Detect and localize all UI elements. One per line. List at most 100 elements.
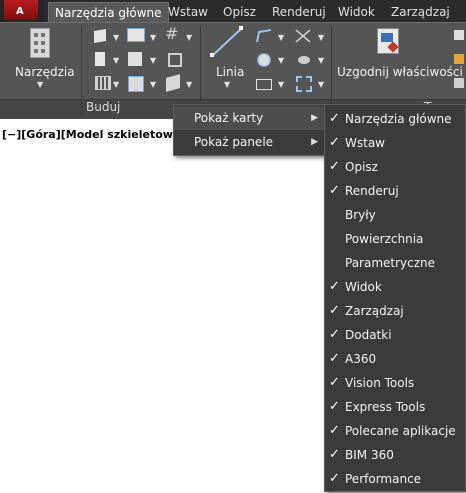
chevron-down-icon[interactable]: ▼: [186, 33, 192, 42]
wall-icon[interactable]: [94, 28, 106, 44]
panel-separator: [81, 26, 82, 116]
toolbox-icon[interactable]: [30, 28, 50, 58]
chevron-down-icon[interactable]: ▼: [278, 56, 284, 65]
tab-narzedzia-glowne[interactable]: Narzędzia główne: [48, 2, 169, 23]
submenu-item-label: Polecane aplikacje: [345, 424, 456, 438]
submenu-item[interactable]: ✓ Opisz: [325, 155, 465, 179]
rectangle-icon[interactable]: [256, 79, 272, 90]
ribbon-context-menu: Pokaż karty ▶ Pokaż panele ▶: [173, 104, 327, 156]
properties-icon[interactable]: [454, 78, 464, 88]
chevron-down-icon[interactable]: ▼: [150, 33, 156, 42]
tab-zarzadzaj[interactable]: Zarządzaj: [385, 2, 456, 22]
submenu-item-label: Bryły: [345, 208, 376, 222]
panel-title-buduj: Buduj: [86, 100, 121, 114]
submenu-item[interactable]: ✓ Renderuj: [325, 179, 465, 203]
match-properties-icon[interactable]: [377, 28, 399, 54]
chevron-down-icon[interactable]: ▼: [37, 80, 43, 89]
chevron-down-icon[interactable]: ▼: [318, 33, 324, 42]
submenu-item[interactable]: ✓ Dodatki: [325, 323, 465, 347]
submenu-item-label: Opisz: [345, 160, 378, 174]
chevron-down-icon[interactable]: ▼: [113, 80, 119, 89]
tab-renderuj[interactable]: Renderuj: [266, 2, 332, 22]
polyline-icon[interactable]: [255, 28, 273, 44]
submenu-item[interactable]: ✓ Performance: [325, 467, 465, 491]
submenu-item-label: Zarządzaj: [345, 304, 404, 318]
checkmark-icon: ✓: [329, 399, 340, 414]
submenu-item[interactable]: ✓ Wstaw: [325, 131, 465, 155]
submenu-arrow-icon: ▶: [311, 113, 318, 123]
app-logo-letter: A: [16, 6, 24, 17]
checkmark-icon: ✓: [329, 279, 340, 294]
tab-wstaw[interactable]: Wstaw: [162, 2, 214, 22]
tab-opisz[interactable]: Opisz: [217, 2, 262, 22]
submenu-item[interactable]: Parametryczne: [325, 251, 465, 275]
uzgodnij-wlasciwosci-label[interactable]: Uzgodnij właściwości: [337, 65, 463, 79]
submenu-item[interactable]: ✓ Polecane aplikacje: [325, 419, 465, 443]
menu-item-label: Pokaż panele: [194, 135, 274, 149]
submenu-item[interactable]: ✓ Zarządzaj: [325, 299, 465, 323]
chevron-down-icon[interactable]: ▼: [278, 80, 284, 89]
menu-item-pokaz-karty[interactable]: Pokaż karty ▶: [174, 106, 326, 130]
hatch-icon[interactable]: [296, 76, 312, 92]
submenu-item[interactable]: Bryły: [325, 203, 465, 227]
checkmark-icon: ✓: [329, 447, 340, 462]
submenu-item[interactable]: ✓ Vision Tools: [325, 371, 465, 395]
checkmark-icon: ✓: [329, 471, 340, 486]
window-icon[interactable]: [127, 28, 145, 42]
submenu-item-label: Express Tools: [345, 400, 426, 414]
checkmark-icon: ✓: [329, 375, 340, 390]
submenu-item-label: Wstaw: [345, 136, 385, 150]
submenu-item[interactable]: ✓ Widok: [325, 275, 465, 299]
submenu-item[interactable]: Powierzchnia: [325, 227, 465, 251]
line-icon[interactable]: [210, 26, 244, 58]
chevron-down-icon[interactable]: ▼: [113, 56, 119, 65]
checkmark-icon: ✓: [329, 135, 340, 150]
grid-icon[interactable]: #: [165, 26, 181, 42]
checkmark-icon: ✓: [329, 303, 340, 318]
checkmark-icon: ✓: [329, 159, 340, 174]
chevron-down-icon[interactable]: ▼: [150, 80, 156, 89]
chevron-down-icon[interactable]: ▼: [186, 80, 192, 89]
submenu-item-label: BIM 360: [345, 448, 394, 462]
chevron-down-icon[interactable]: ▼: [150, 56, 156, 65]
arc-icon[interactable]: [296, 52, 312, 66]
construction-line-icon[interactable]: [294, 28, 312, 44]
paint-icon[interactable]: [454, 30, 464, 40]
checkmark-icon: ✓: [329, 423, 340, 438]
panel-separator: [200, 26, 201, 116]
submenu-arrow-icon: ▶: [311, 137, 318, 147]
checkmark-icon: ✓: [329, 111, 340, 126]
submenu-item-label: Narzędzia główne: [345, 112, 452, 126]
submenu-item-label: Performance: [345, 472, 422, 486]
submenu-item-label: Widok: [345, 280, 382, 294]
submenu-item-label: A360: [345, 352, 377, 366]
linia-button-label[interactable]: Linia: [216, 65, 244, 79]
narzedzia-button-label[interactable]: Narzędzia: [15, 65, 75, 79]
stair-icon[interactable]: [95, 76, 111, 90]
submenu-item[interactable]: ✓ Express Tools: [325, 395, 465, 419]
layer-icon[interactable]: [454, 54, 464, 64]
roof-icon[interactable]: [128, 52, 142, 66]
chevron-down-icon[interactable]: ▼: [318, 80, 324, 89]
tab-widok[interactable]: Widok: [332, 2, 381, 22]
chevron-down-icon[interactable]: ▼: [224, 80, 230, 89]
circle-icon[interactable]: [256, 52, 272, 68]
viewport-controls-label[interactable]: [−][Góra][Model szkieletowy 2D: [2, 128, 201, 141]
submenu-item[interactable]: ✓ BIM 360: [325, 443, 465, 467]
menu-item-pokaz-panele[interactable]: Pokaż panele ▶: [174, 130, 326, 154]
checkmark-icon: ✓: [329, 351, 340, 366]
chevron-down-icon[interactable]: ▼: [278, 33, 284, 42]
chevron-down-icon[interactable]: ▼: [113, 33, 119, 42]
menu-item-label: Pokaż karty: [194, 111, 264, 125]
checkmark-icon: ✓: [329, 183, 340, 198]
application-menu-button[interactable]: A: [0, 0, 44, 22]
submenu-item[interactable]: ✓ Narzędzia główne: [325, 107, 465, 131]
panel-separator: [331, 26, 332, 116]
chevron-down-icon[interactable]: ▼: [318, 56, 324, 65]
checkmark-icon: ✓: [329, 327, 340, 342]
submenu-item-label: Parametryczne: [345, 256, 436, 270]
curtain-wall-icon[interactable]: [128, 76, 144, 92]
submenu-item[interactable]: ✓ A360: [325, 347, 465, 371]
door-icon[interactable]: [95, 52, 105, 66]
column-icon[interactable]: [168, 53, 182, 67]
